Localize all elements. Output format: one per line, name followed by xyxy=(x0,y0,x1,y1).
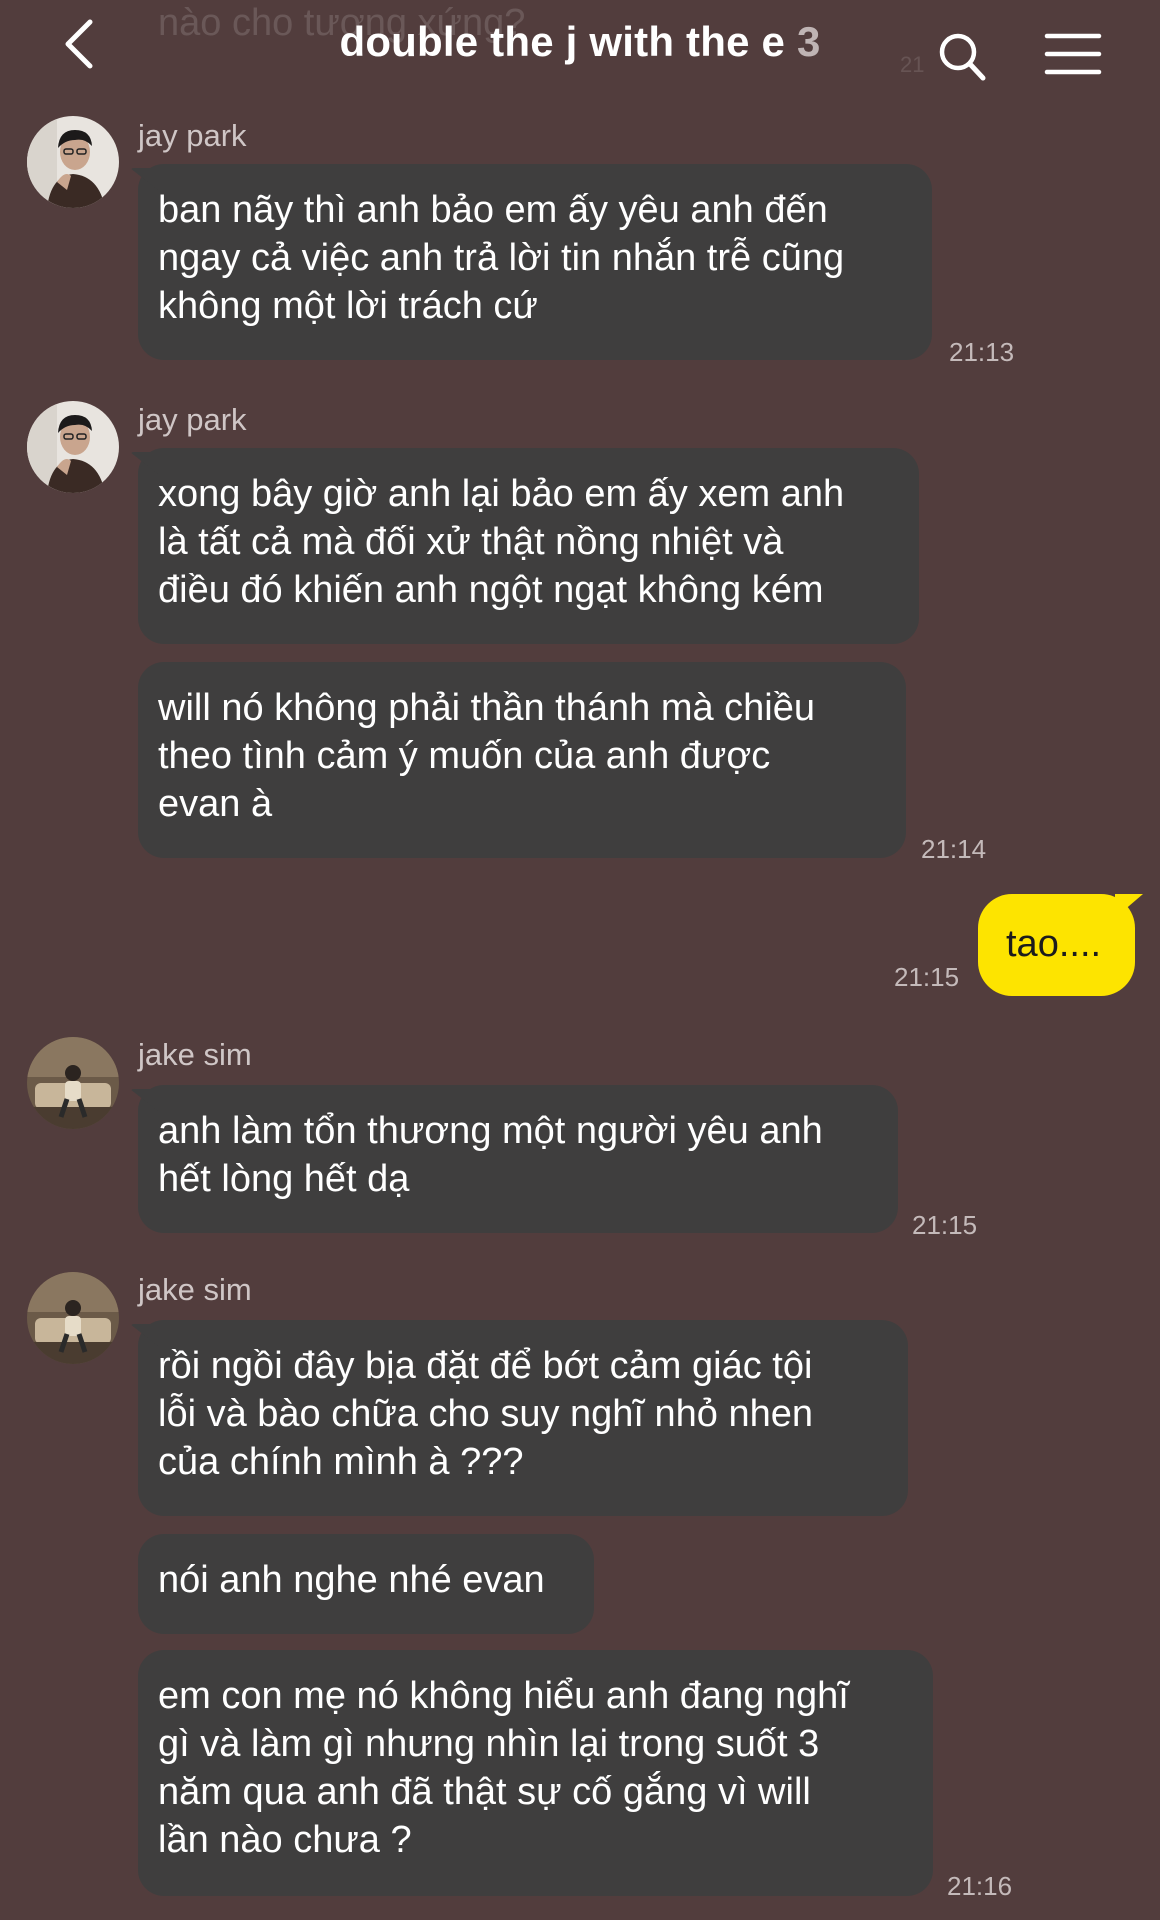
avatar-jay-park-image xyxy=(27,401,119,493)
chat-title-text: double the j with the e xyxy=(339,18,786,65)
message-time: 21:15 xyxy=(894,962,960,992)
message-time: 21:14 xyxy=(921,834,987,864)
avatar-jay-park[interactable] xyxy=(27,401,119,493)
chat-header: nào cho tương xứng? 21 double the j with… xyxy=(0,0,1160,100)
avatar-jake-sim[interactable] xyxy=(27,1037,119,1129)
my-message-bubble[interactable]: tao.... xyxy=(978,894,1135,996)
message-bubble[interactable]: em con mẹ nó không hiểu anh đang nghĩ gì… xyxy=(138,1650,933,1896)
avatar-jake-sim-image xyxy=(27,1272,119,1364)
message-bubble[interactable]: nói anh nghe nhé evan xyxy=(138,1534,594,1634)
message-time: 21:15 xyxy=(912,1210,978,1240)
menu-button[interactable] xyxy=(1044,30,1102,78)
message-bubble[interactable]: rồi ngồi đây bịa đặt để bớt cảm giác tội… xyxy=(138,1320,908,1516)
search-button[interactable] xyxy=(936,28,988,84)
message-bubble[interactable]: anh làm tổn thương một người yêu anh hết… xyxy=(138,1085,898,1233)
message-time: 21:16 xyxy=(947,1871,1013,1901)
avatar-jay-park-image xyxy=(27,116,119,208)
message-bubble[interactable]: xong bây giờ anh lại bảo em ấy xem anh l… xyxy=(138,448,919,644)
search-icon xyxy=(939,33,986,81)
message-time: 21:13 xyxy=(949,337,1015,367)
sender-name: jake sim xyxy=(138,1272,252,1307)
hamburger-menu-icon xyxy=(1044,33,1102,75)
message-bubble[interactable]: will nó không phải thần thánh mà chiều t… xyxy=(138,662,906,858)
message-bubble[interactable]: ban nãy thì anh bảo em ấy yêu anh đến ng… xyxy=(138,164,932,360)
sender-name: jay park xyxy=(138,118,247,153)
avatar-jake-sim-image xyxy=(27,1037,119,1129)
sender-name: jay park xyxy=(138,402,247,437)
sender-name: jake sim xyxy=(138,1037,252,1072)
member-count: 3 xyxy=(796,18,821,65)
avatar-jay-park[interactable] xyxy=(27,116,119,208)
avatar-jake-sim[interactable] xyxy=(27,1272,119,1364)
